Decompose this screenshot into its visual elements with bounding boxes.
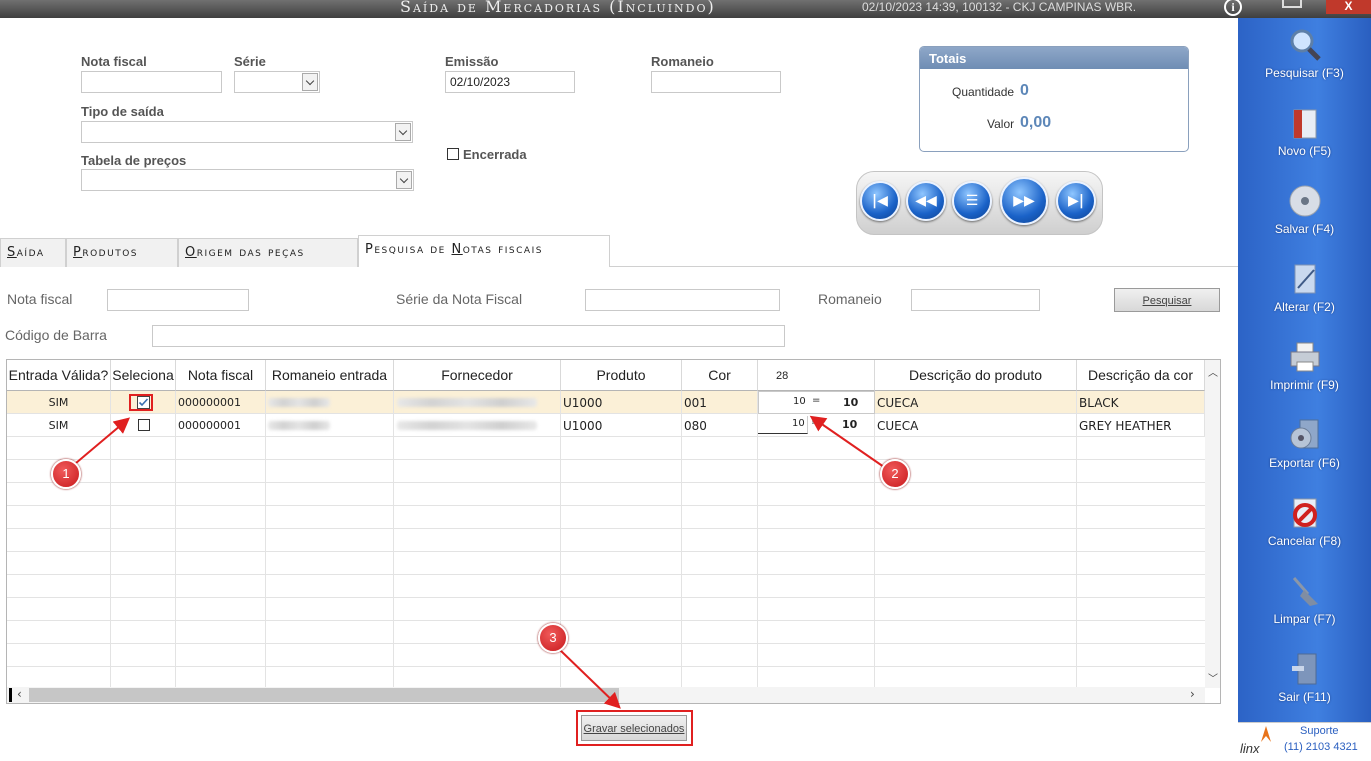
action-sidebar: Pesquisar (F3) Novo (F5) Salvar (F4) Alt… — [1238, 18, 1371, 761]
arrow-1 — [75, 417, 131, 464]
sidebar-exportar-label: Exportar (F6) — [1269, 456, 1340, 470]
cancel-icon — [1293, 498, 1317, 528]
suporte-label: Suporte — [1300, 725, 1339, 737]
annotation-badge-2: 2 — [880, 459, 910, 489]
linx-logo-icon — [1261, 726, 1271, 742]
sidebar-cancelar-label: Cancelar (F8) — [1267, 534, 1342, 548]
sidebar-sair[interactable]: Sair (F11) — [1238, 646, 1371, 724]
arrow-2 — [809, 415, 885, 468]
sidebar-alterar-label: Alterar (F2) — [1274, 300, 1335, 314]
sidebar-alterar[interactable]: Alterar (F2) — [1238, 256, 1371, 334]
sidebar-salvar[interactable]: Salvar (F4) — [1238, 178, 1371, 256]
annotation-badge-1: 1 — [51, 459, 81, 489]
disc-save-icon — [1289, 185, 1321, 217]
annotation-badge-3: 3 — [538, 623, 568, 653]
sidebar-cancelar[interactable]: Cancelar (F8) — [1238, 490, 1371, 568]
linx-logo: linx — [1240, 741, 1260, 756]
exit-door-icon — [1292, 653, 1317, 685]
sidebar-limpar[interactable]: Limpar (F7) — [1238, 568, 1371, 646]
sidebar-exportar[interactable]: Exportar (F6) — [1238, 412, 1371, 490]
sidebar-pesquisar-label: Pesquisar (F3) — [1265, 66, 1344, 80]
sidebar-imprimir-label: Imprimir (F9) — [1270, 378, 1339, 392]
printer-icon — [1290, 342, 1320, 372]
annotation-arrows — [75, 415, 885, 709]
sidebar-limpar-label: Limpar (F7) — [1273, 612, 1336, 626]
edit-document-icon — [1294, 264, 1316, 294]
sidebar-salvar-label: Salvar (F4) — [1274, 222, 1335, 236]
sidebar-imprimir[interactable]: Imprimir (F9) — [1238, 334, 1371, 412]
sidebar-pesquisar[interactable]: Pesquisar (F3) — [1238, 22, 1371, 100]
export-disc-icon — [1290, 419, 1319, 449]
new-document-icon — [1293, 109, 1317, 139]
suporte-phone: (11) 2103 4321 — [1284, 741, 1358, 753]
sidebar-novo-label: Novo (F5) — [1277, 144, 1332, 158]
sidebar-novo[interactable]: Novo (F5) — [1238, 100, 1371, 178]
suporte-panel[interactable]: linx Suporte (11) 2103 4321 — [1238, 722, 1371, 761]
arrow-3 — [559, 649, 621, 709]
sidebar-sair-label: Sair (F11) — [1278, 690, 1331, 704]
magnifier-icon — [1290, 29, 1321, 61]
broom-icon — [1292, 577, 1318, 606]
